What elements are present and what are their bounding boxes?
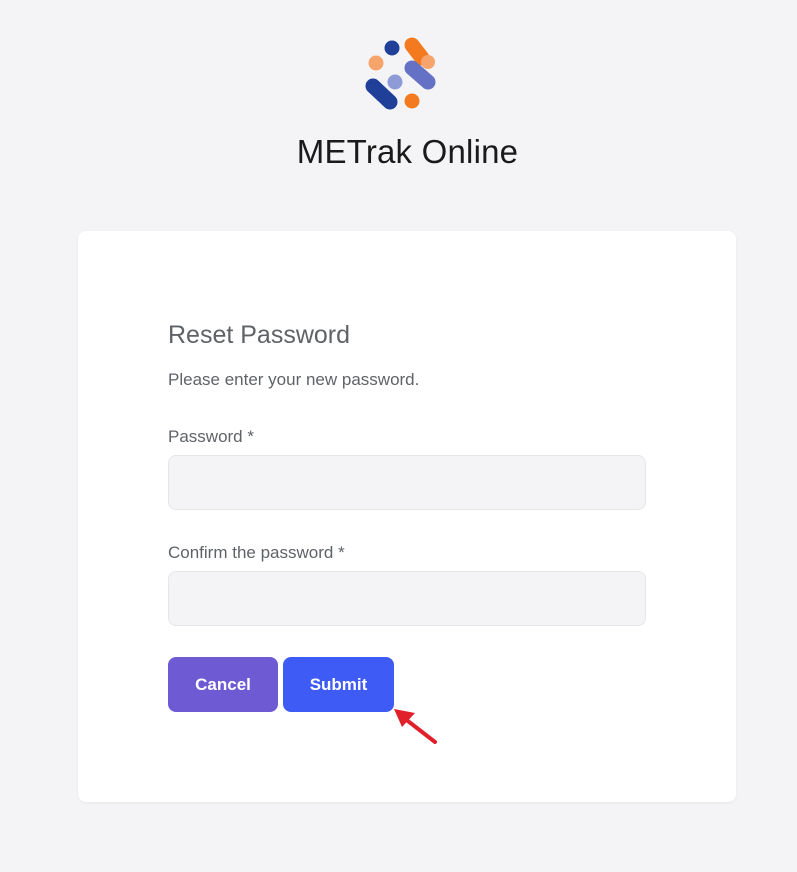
- submit-button[interactable]: Submit: [283, 657, 394, 712]
- page: METrak Online Reset Password Please ente…: [0, 0, 797, 872]
- password-input[interactable]: [168, 455, 646, 510]
- red-arrow-icon: [394, 709, 437, 744]
- confirm-password-input[interactable]: [168, 571, 646, 626]
- dot-network-logo-icon: [365, 37, 436, 110]
- cancel-button[interactable]: Cancel: [168, 657, 278, 712]
- form-title: Reset Password: [168, 321, 351, 349]
- confirm-password-label: Confirm the password *: [168, 543, 345, 562]
- form-subtitle: Please enter your new password.: [168, 370, 420, 389]
- app-title: METrak Online: [296, 133, 519, 170]
- password-label: Password *: [168, 427, 254, 446]
